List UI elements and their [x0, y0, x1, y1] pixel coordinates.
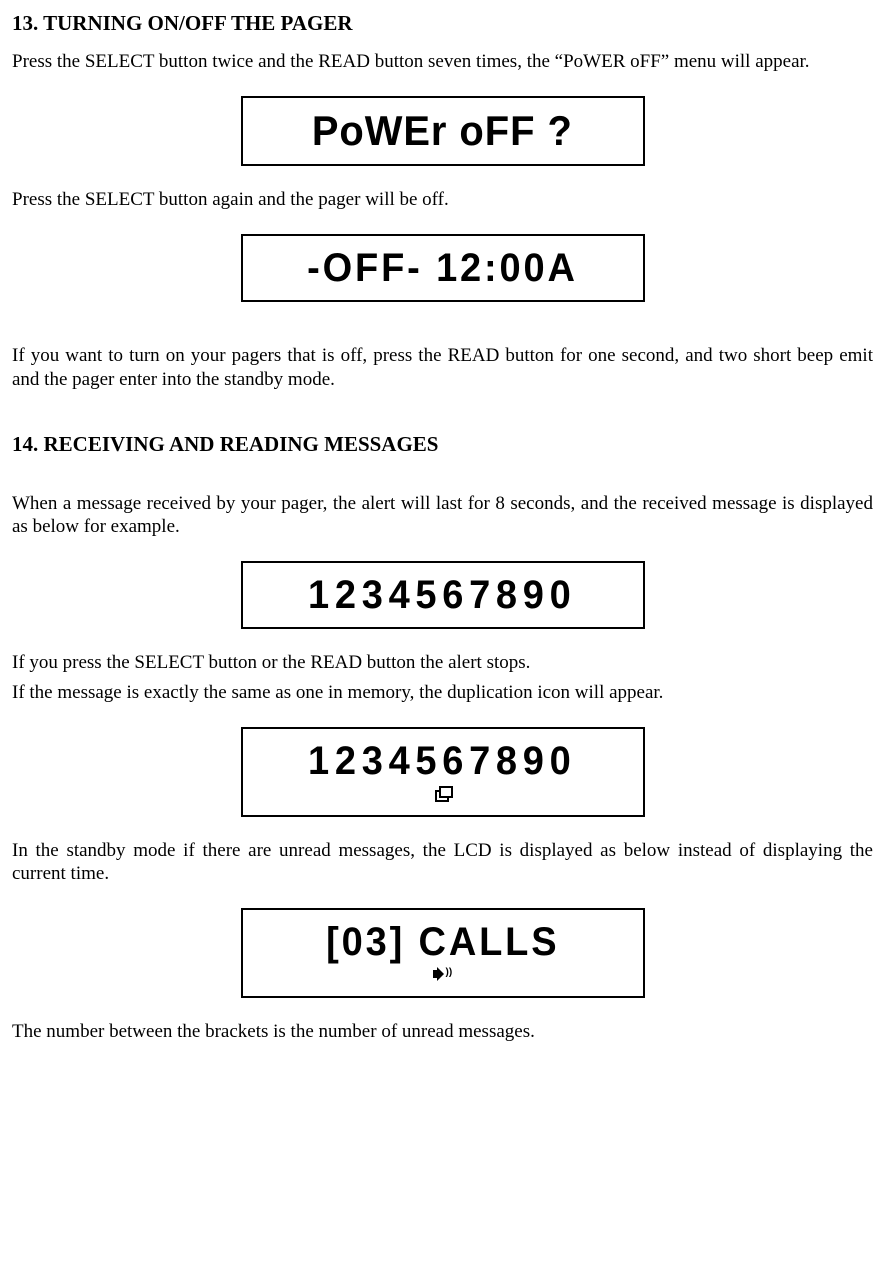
section-13-para-3: If you want to turn on your pagers that …: [12, 344, 873, 392]
lcd-display-poweroff-menu: PoWEr oFF ?: [12, 96, 873, 166]
speaker-icon: )): [433, 967, 453, 981]
lcd-display-message-duplicate: 1234567890: [12, 727, 873, 817]
section-13-para-2: Press the SELECT button again and the pa…: [12, 188, 873, 212]
lcd-text: 1234567890: [308, 741, 576, 781]
section-13-title: 13. TURNING ON/OFF THE PAGER: [12, 10, 873, 36]
section-14-para-2b: If the message is exactly the same as on…: [12, 681, 873, 705]
lcd-display-unread-calls: [03] CALLS )): [12, 908, 873, 998]
section-14-title: 14. RECEIVING AND READING MESSAGES: [12, 431, 873, 457]
lcd-text: [03] CALLS: [326, 922, 559, 962]
section-14-para-2a: If you press the SELECT button or the RE…: [12, 651, 873, 675]
duplication-icon: [435, 786, 451, 800]
lcd-text: PoWEr oFF ?: [312, 110, 573, 152]
section-14-para-1: When a message received by your pager, t…: [12, 492, 873, 540]
lcd-text: -OFF- 12:00A: [307, 248, 578, 288]
section-14-para-3: In the standby mode if there are unread …: [12, 839, 873, 887]
lcd-text: 1234567890: [308, 575, 576, 615]
section-14-para-4: The number between the brackets is the n…: [12, 1020, 873, 1044]
section-13-para-1: Press the SELECT button twice and the RE…: [12, 50, 873, 74]
lcd-display-off-clock: -OFF- 12:00A: [12, 234, 873, 302]
lcd-display-message-received: 1234567890: [12, 561, 873, 629]
